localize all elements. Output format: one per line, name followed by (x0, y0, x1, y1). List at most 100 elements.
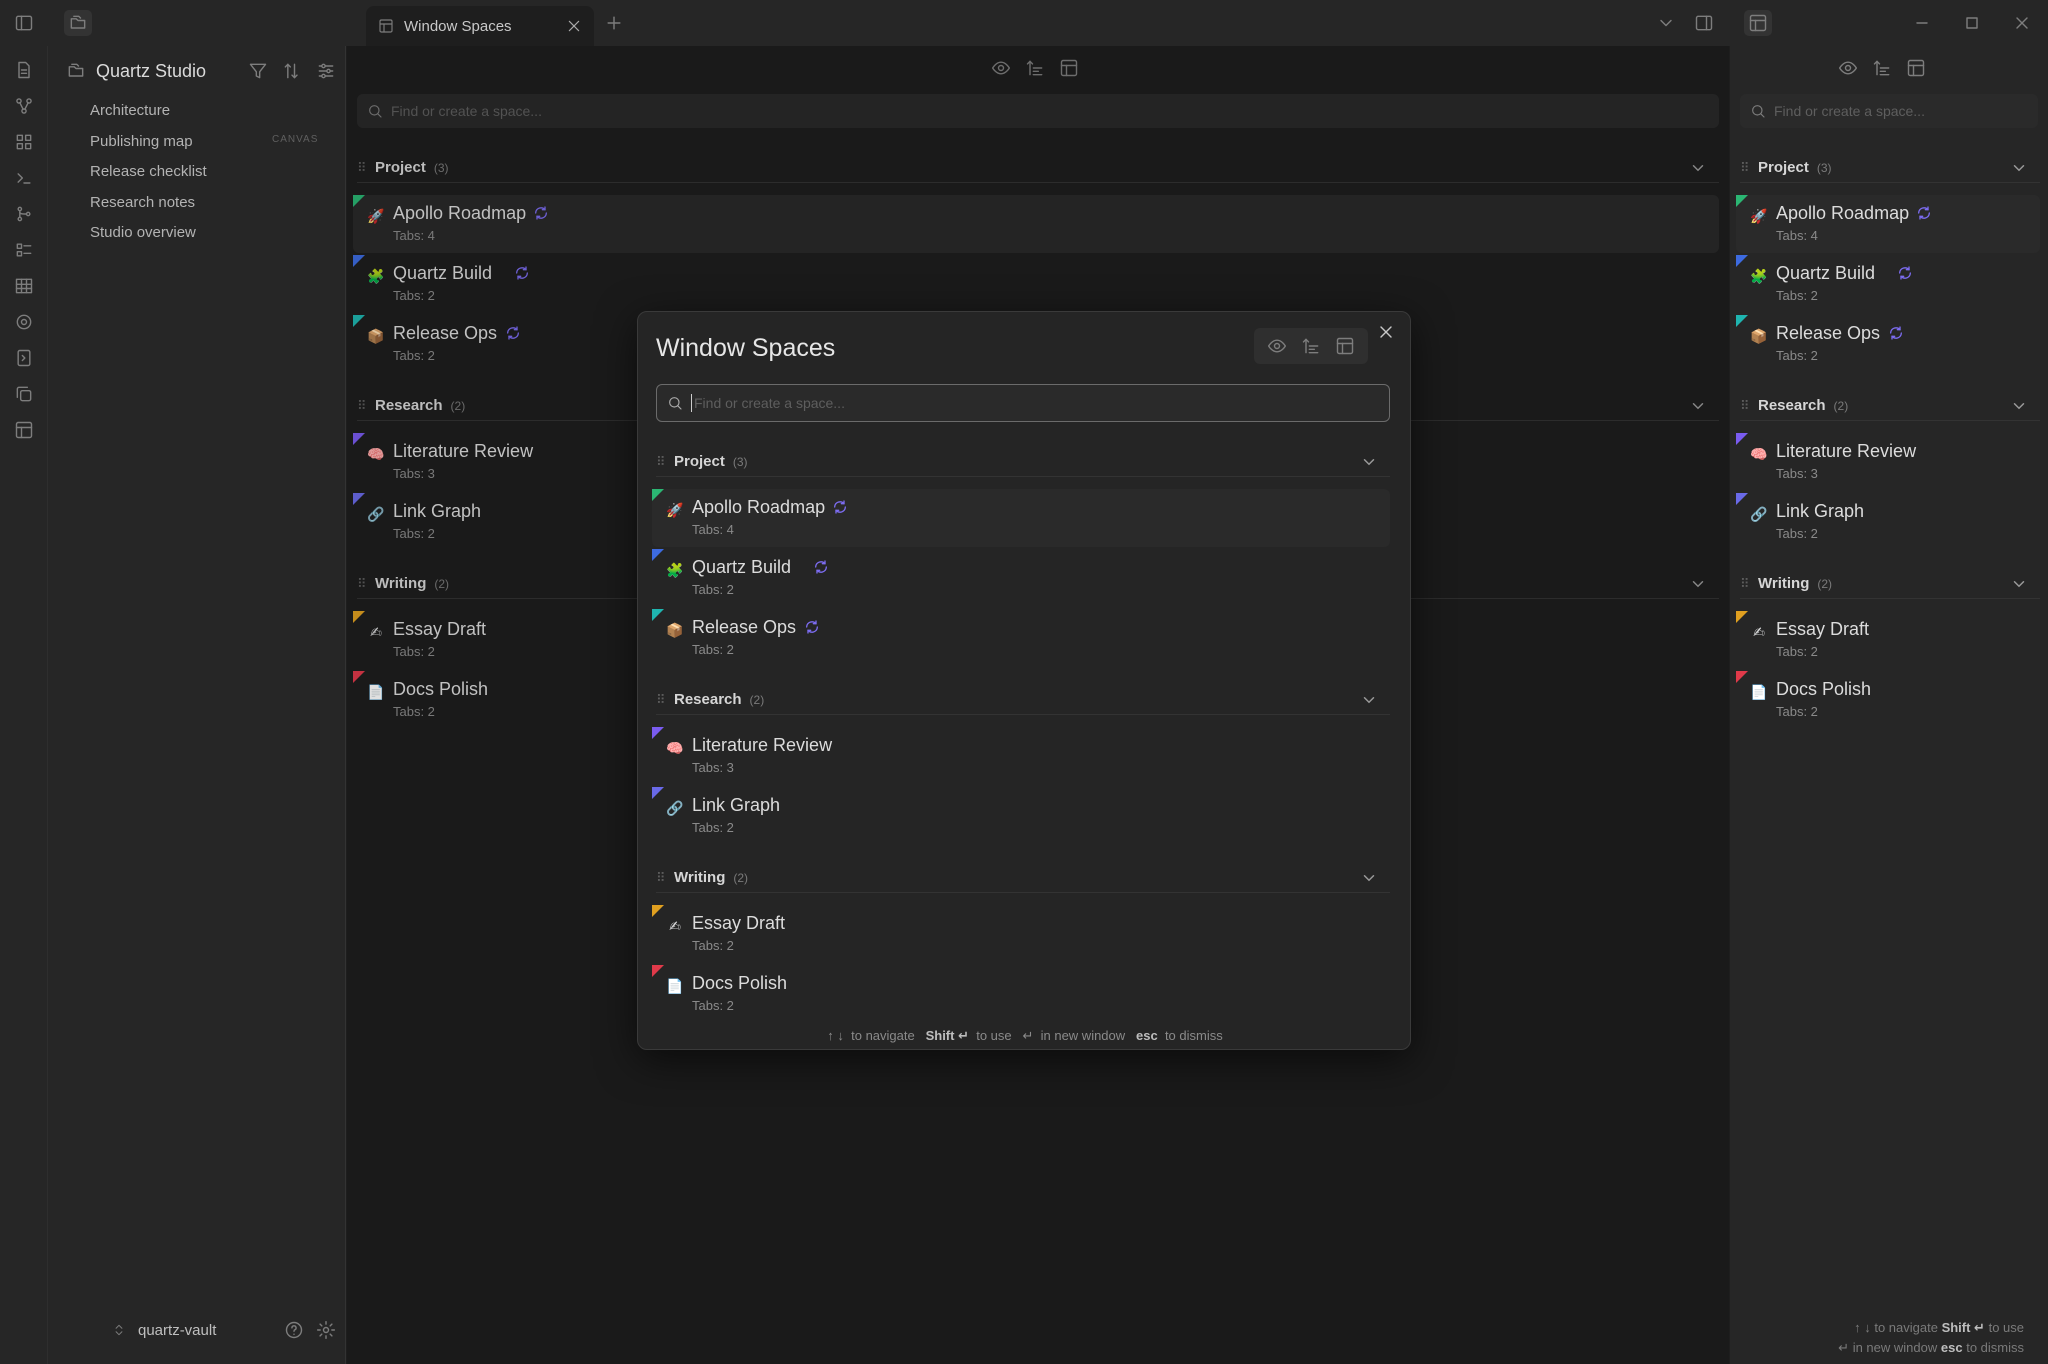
modal-view-toggles (1254, 328, 1368, 364)
gear-icon[interactable] (316, 1320, 336, 1340)
group-name: Writing (1758, 575, 1810, 592)
chevron-down-icon[interactable] (1360, 691, 1378, 709)
sync-icon (832, 499, 848, 515)
group-header-research[interactable]: ⠿ Research (2) (656, 685, 1390, 715)
space-tab-count: Tabs: 2 (692, 938, 734, 953)
sync-icon (1897, 265, 1913, 281)
ribbon-layout-button[interactable] (12, 418, 36, 442)
tab-window-spaces[interactable]: Window Spaces (366, 6, 594, 46)
filter-icon[interactable] (248, 61, 268, 81)
space-item[interactable]: 📦 Release Ops Tabs: 2 (1736, 315, 2040, 373)
space-name: Quartz Build (1776, 263, 1876, 283)
space-item[interactable]: 🧩 Quartz Build Tabs: 2 (652, 549, 1390, 607)
group-count: (2) (1817, 576, 1833, 591)
terminal-icon (17, 173, 31, 184)
drag-handle-icon[interactable]: ⠿ (656, 870, 674, 886)
color-flag (1736, 433, 1748, 445)
space-item[interactable]: 🚀 Apollo Roadmap Tabs: 4 (1736, 195, 2040, 253)
drag-handle-icon[interactable]: ⠿ (656, 454, 674, 470)
group-count: (2) (1833, 398, 1849, 413)
space-emoji-icon: 🧠 (1750, 446, 1768, 462)
space-item[interactable]: 📄 Docs Polish Tabs: 2 (1736, 671, 2040, 729)
ribbon-terminal-button[interactable] (12, 166, 36, 190)
toggle-sidebar-button[interactable] (10, 10, 38, 36)
sidebar-item-publishing-map[interactable]: Publishing map (90, 133, 193, 150)
space-item[interactable]: 🔗 Link Graph Tabs: 2 (652, 787, 1390, 845)
space-item[interactable]: 🔗 Link Graph Tabs: 2 (1736, 493, 2040, 551)
group-header-research[interactable]: ⠿ Research (2) (1740, 391, 2040, 421)
space-name: Link Graph (1776, 501, 1865, 521)
space-item[interactable]: 📄 Docs Polish Tabs: 2 (652, 965, 1390, 1023)
chevron-down-icon[interactable] (2010, 575, 2028, 593)
help-icon[interactable] (284, 1320, 304, 1340)
space-item[interactable]: 🧩 Quartz Build Tabs: 2 (1736, 255, 2040, 313)
new-tab-button[interactable] (600, 10, 628, 36)
modal-close-icon[interactable] (1376, 322, 1396, 342)
sidebar-item-research-notes[interactable]: Research notes (90, 194, 195, 211)
ribbon-target-button[interactable] (12, 310, 36, 334)
chevron-down-icon[interactable] (2010, 397, 2028, 415)
group-header-project[interactable]: ⠿ Project (3) (1740, 153, 2040, 183)
eye-icon[interactable] (1267, 336, 1287, 356)
space-item[interactable]: ✍ Essay Draft Tabs: 2 (1736, 611, 2040, 669)
hint-esc-keys: esc (1136, 1028, 1158, 1043)
chevron-down-icon[interactable] (1360, 869, 1378, 887)
space-name: Release Ops (692, 617, 797, 637)
ribbon-file-button[interactable] (12, 58, 36, 82)
vault-switcher[interactable]: quartz-vault (66, 1318, 336, 1342)
chevron-down-icon[interactable] (2010, 159, 2028, 177)
modal-search-input[interactable]: Find or create a space... (656, 384, 1390, 422)
chevron-updown-icon (115, 1324, 123, 1336)
sort-tree-icon[interactable] (1872, 58, 1892, 78)
right-panel-tab[interactable] (1744, 10, 1772, 36)
space-item[interactable]: ✍ Essay Draft Tabs: 2 (652, 905, 1390, 963)
files-button[interactable] (64, 10, 92, 36)
layout-icon[interactable] (1335, 336, 1355, 356)
close-tab-icon[interactable] (566, 18, 582, 34)
sidebar-item-architecture[interactable]: Architecture (90, 102, 170, 119)
space-emoji-icon: 📄 (666, 978, 684, 994)
sync-icon (1888, 325, 1904, 341)
ribbon-table-button[interactable] (12, 274, 36, 298)
ribbon-git-button[interactable] (12, 202, 36, 226)
graph-icon (16, 98, 32, 114)
group-header-writing[interactable]: ⠿ Writing (2) (656, 863, 1390, 893)
toggle-right-sidebar-button[interactable] (1690, 10, 1718, 36)
layout-icon[interactable] (1906, 58, 1926, 78)
space-emoji-icon: 🚀 (666, 502, 684, 518)
drag-handle-icon[interactable]: ⠿ (1740, 160, 1758, 176)
drag-handle-icon[interactable]: ⠿ (1740, 398, 1758, 414)
space-item[interactable]: 🚀 Apollo Roadmap Tabs: 4 (652, 489, 1390, 547)
space-item[interactable]: 🧠 Literature Review Tabs: 3 (652, 727, 1390, 785)
settings-sliders-icon[interactable] (316, 61, 336, 81)
table-icon (15, 278, 33, 294)
color-flag (652, 549, 664, 561)
close-window-button[interactable] (2008, 10, 2036, 36)
group-header-project[interactable]: ⠿ Project (3) (656, 447, 1390, 477)
group-header-writing[interactable]: ⠿ Writing (2) (1740, 569, 2040, 599)
chevron-down-icon[interactable] (1360, 453, 1378, 471)
ribbon-grid-button[interactable] (12, 130, 36, 154)
right-search[interactable]: Find or create a space... (1740, 94, 2038, 128)
ribbon-list-button[interactable] (12, 238, 36, 262)
drag-handle-icon[interactable]: ⠿ (656, 692, 674, 708)
ribbon (0, 46, 48, 1364)
text-caret (691, 394, 692, 412)
minimize-button[interactable] (1908, 10, 1936, 36)
ribbon-copy-button[interactable] (12, 382, 36, 406)
sort-tree-icon[interactable] (1301, 336, 1321, 356)
hint-nav-keys: ↑ ↓ (1854, 1320, 1871, 1335)
sidebar-item-studio-overview[interactable]: Studio overview (90, 224, 196, 241)
space-emoji-icon: 🔗 (666, 800, 684, 816)
space-item[interactable]: 📦 Release Ops Tabs: 2 (652, 609, 1390, 667)
space-item[interactable]: 🧠 Literature Review Tabs: 3 (1736, 433, 2040, 491)
modal-title: Window Spaces (656, 334, 836, 362)
drag-handle-icon[interactable]: ⠿ (1740, 576, 1758, 592)
maximize-button[interactable] (1958, 10, 1986, 36)
sort-icon[interactable] (282, 61, 302, 81)
tab-list-button[interactable] (1652, 10, 1680, 36)
sidebar-item-release-checklist[interactable]: Release checklist (90, 163, 207, 180)
ribbon-graph-button[interactable] (12, 94, 36, 118)
eye-icon[interactable] (1838, 58, 1858, 78)
ribbon-export-button[interactable] (12, 346, 36, 370)
